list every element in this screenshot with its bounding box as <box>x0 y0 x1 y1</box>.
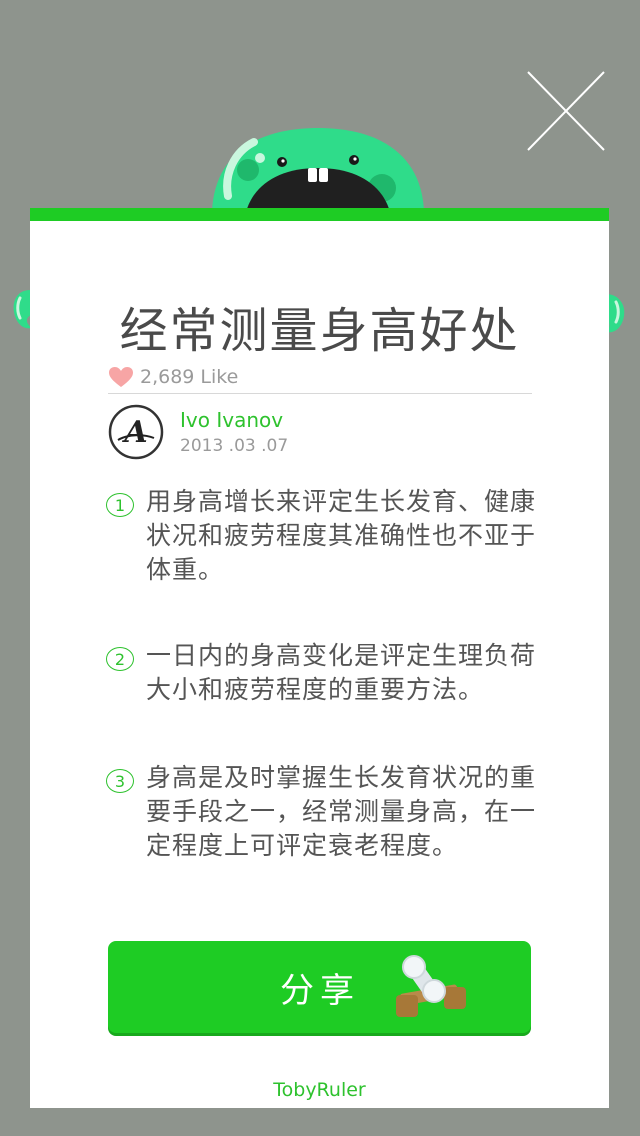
list-item: 2 一日内的身高变化是评定生理负荷大小和疲劳程度的重要方法。 <box>106 639 546 707</box>
brand-link[interactable]: TobyRuler <box>30 1079 609 1101</box>
article-title: 经常测量身高好处 <box>119 303 520 359</box>
avatar[interactable]: A <box>108 404 164 460</box>
list-item: 1 用身高增长来评定生长发育、健康状况和疲劳程度其准确性也不亚于体重。 <box>106 485 546 587</box>
likes-count: 2,689 Like <box>140 366 239 388</box>
author-block[interactable]: A Ivo Ivanov 2013 .03 .07 <box>108 404 288 460</box>
share-label: 分享 <box>280 971 360 1011</box>
point-text: 一日内的身高变化是评定生理负荷大小和疲劳程度的重要方法。 <box>146 641 537 704</box>
avatar-letter: A <box>121 415 147 450</box>
list-item: 3 身高是及时掌握生长发育状况的重要手段之一，经常测量身高，在一定程度上可评定衰… <box>106 761 546 863</box>
post-date: 2013 .03 .07 <box>180 436 289 456</box>
heart-icon <box>109 367 133 387</box>
number-badge: 2 <box>106 647 134 671</box>
author-name[interactable]: Ivo Ivanov <box>180 407 288 433</box>
number-badge: 3 <box>106 769 134 793</box>
like-button[interactable]: 2,689 Like <box>108 362 238 392</box>
point-text: 用身高增长来评定生长发育、健康状况和疲劳程度其准确性也不亚于体重。 <box>146 487 537 584</box>
close-button[interactable] <box>520 66 612 158</box>
dumbbell-icon <box>396 955 466 1017</box>
share-button[interactable]: 分享 <box>108 941 531 1033</box>
green-monster-icon <box>212 128 424 212</box>
point-text: 身高是及时掌握生长发育状况的重要手段之一，经常测量身高，在一定程度上可评定衰老程… <box>146 763 537 860</box>
divider <box>108 393 532 394</box>
close-x-icon <box>527 71 605 151</box>
article-card: 经常测量身高好处 2,689 Like A Ivo Ivanov 2013 .0… <box>30 208 609 1108</box>
number-badge: 1 <box>106 493 134 517</box>
